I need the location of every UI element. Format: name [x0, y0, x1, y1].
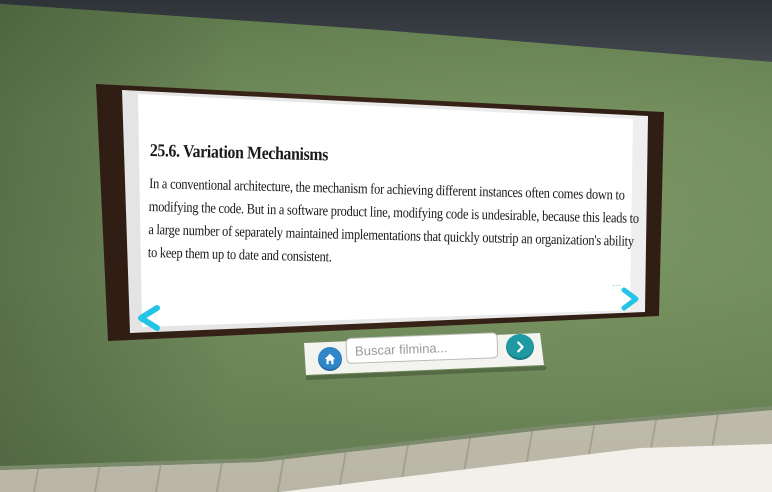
slide-body: In a conventional architecture, the mech…: [148, 173, 639, 276]
home-icon: [324, 353, 336, 365]
previous-slide-button[interactable]: [133, 304, 163, 332]
next-slide-button[interactable]: [614, 285, 644, 313]
slide-content: 25.6. Variation Mechanisms In a conventi…: [147, 140, 639, 302]
search-go-button[interactable]: [506, 334, 534, 360]
chevron-left-icon: [138, 305, 160, 331]
chevron-right-icon: [621, 287, 639, 311]
chevron-right-circle-icon: [517, 341, 524, 353]
home-button[interactable]: [318, 347, 342, 371]
